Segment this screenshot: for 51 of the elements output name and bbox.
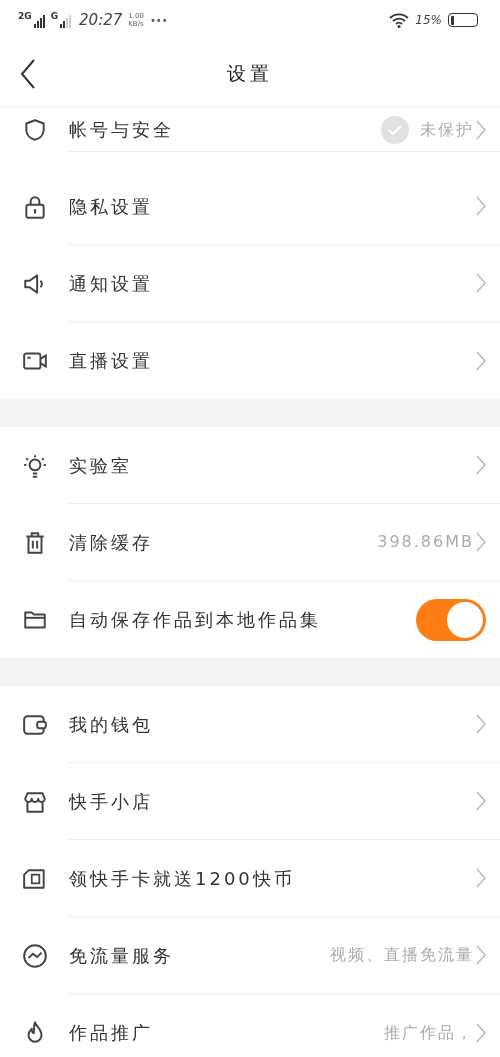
menu-label: 作品推广: [69, 1021, 153, 1045]
menu-label: 通知设置: [69, 271, 153, 296]
menu-row[interactable]: 我的钱包: [0, 686, 500, 763]
menu-label: 隐私设置: [69, 194, 153, 219]
menu-label: 免流量服务: [69, 943, 174, 968]
back-icon[interactable]: [20, 58, 36, 89]
chevron-right-icon: [476, 791, 486, 811]
menu-value: 未保护: [420, 118, 474, 141]
wifi-icon: [389, 12, 410, 28]
more-indicator: •••: [149, 13, 168, 28]
menu-label: 实验室: [69, 453, 132, 478]
menu-row[interactable]: 通知设置: [0, 245, 500, 322]
chevron-right-icon: [476, 455, 486, 475]
menu-label: 直播设置: [69, 349, 153, 373]
menu-row[interactable]: 领快手卡就送1200快币: [0, 840, 500, 917]
shield-icon: [22, 117, 48, 143]
toggle-switch[interactable]: [416, 598, 486, 641]
battery-icon: [448, 13, 478, 27]
chevron-right-icon: [476, 532, 486, 552]
chevron-right-icon: [476, 196, 486, 216]
chevron-right-icon: [476, 1022, 486, 1043]
page-title: 设置: [227, 61, 273, 87]
chevron-right-icon: [476, 273, 486, 293]
lock-icon: [22, 193, 48, 220]
chevron-right-icon: [476, 119, 486, 140]
chevron-right-icon: [476, 714, 486, 734]
menu-label: 快手小店: [69, 789, 153, 814]
menu-value: 推广作品，: [384, 1021, 474, 1044]
menu-label: 帐号与安全: [69, 118, 174, 142]
chevron-right-icon: [476, 350, 486, 371]
menu-row[interactable]: 直播设置: [0, 322, 500, 399]
clock: 20:27: [79, 9, 123, 31]
light-bulb-icon: [22, 452, 48, 479]
menu-label: 清除缓存: [69, 530, 153, 555]
battery-percent: 15%: [415, 12, 442, 29]
menu-value: 视频、直播免流量: [330, 944, 474, 966]
menu-row[interactable]: 快手小店: [0, 763, 500, 840]
menu-row[interactable]: 免流量服务 视频、直播免流量: [0, 917, 500, 994]
menu-row[interactable]: 隐私设置: [0, 168, 500, 245]
menu-row[interactable]: 作品推广 推广作品，: [0, 994, 500, 1057]
wave-circle-icon: [22, 942, 48, 969]
chevron-right-icon: [476, 868, 486, 888]
menu-row[interactable]: 实验室: [0, 427, 500, 504]
menu-label: 领快手卡就送1200快币: [69, 866, 295, 891]
menu-label: 自动保存作品到本地作品集: [69, 608, 321, 632]
menu-value: 398.86MB: [377, 531, 474, 553]
menu-label: 我的钱包: [69, 712, 153, 737]
setting-row[interactable]: 自动保存作品到本地作品集: [0, 581, 500, 658]
chevron-right-icon: [476, 945, 486, 965]
menu-row[interactable]: 帐号与安全 未保护: [0, 108, 500, 168]
menu-row[interactable]: 清除缓存 398.86MB: [0, 504, 500, 581]
